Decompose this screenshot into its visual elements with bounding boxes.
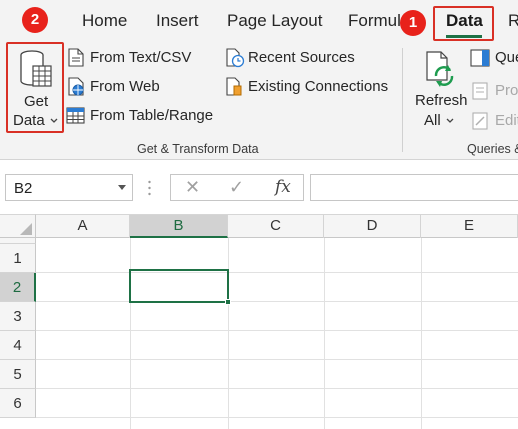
- from-web-button[interactable]: From Web: [66, 76, 216, 98]
- refresh-all-button[interactable]: Refresh All: [410, 45, 470, 133]
- edit-links-button: Edit: [470, 110, 518, 132]
- active-cell-b2[interactable]: [129, 269, 229, 303]
- refresh-all-label-line2: All: [424, 112, 441, 129]
- column-header-b[interactable]: B: [130, 215, 228, 238]
- properties-icon: [472, 82, 488, 100]
- tab-review[interactable]: R: [508, 11, 518, 31]
- properties-button: Pro: [470, 80, 518, 102]
- grid-line: [228, 238, 229, 429]
- grid-line: [36, 417, 518, 418]
- existing-connections-label: Existing Connections: [248, 78, 389, 95]
- queries-group-label: Queries &: [467, 142, 518, 156]
- fill-handle[interactable]: [225, 299, 231, 305]
- grid-line: [36, 330, 518, 331]
- recent-sources-button[interactable]: Recent Sources: [224, 47, 384, 69]
- column-header-c[interactable]: C: [228, 215, 324, 238]
- row-header-top-gap: [0, 238, 36, 244]
- refresh-icon: [426, 51, 454, 87]
- column-header-d[interactable]: D: [324, 215, 421, 238]
- step-badge-2: 2: [22, 7, 48, 33]
- queries-connections-label: Que: [495, 49, 518, 66]
- column-header-a[interactable]: A: [36, 215, 130, 238]
- cell-grid[interactable]: [36, 238, 518, 429]
- tab-page-layout[interactable]: Page Layout: [227, 11, 322, 31]
- select-all-icon: [20, 223, 32, 235]
- tab-formulas[interactable]: Formul: [348, 11, 401, 31]
- refresh-all-label-line1: Refresh: [415, 92, 468, 109]
- insert-function-icon[interactable]: fx: [275, 177, 291, 197]
- grid-line: [36, 301, 518, 302]
- tab-insert[interactable]: Insert: [156, 11, 199, 31]
- row-header-1[interactable]: 1: [0, 244, 36, 273]
- get-data-highlight: [6, 42, 64, 133]
- cancel-icon[interactable]: ✕: [185, 177, 200, 198]
- connection-file-icon: [226, 77, 242, 96]
- name-box-value: B2: [14, 180, 33, 197]
- from-table-range-label: From Table/Range: [90, 107, 214, 124]
- data-tab-highlight: [433, 6, 494, 41]
- row-header-4[interactable]: 4: [0, 331, 36, 360]
- table-range-icon: [66, 107, 85, 124]
- from-text-csv-button[interactable]: From Text/CSV: [66, 47, 216, 69]
- enter-icon[interactable]: ✓: [229, 177, 244, 198]
- chevron-down-icon[interactable]: [118, 185, 126, 190]
- from-web-label: From Web: [90, 78, 160, 95]
- name-box[interactable]: B2: [5, 174, 133, 201]
- from-text-csv-label: From Text/CSV: [90, 49, 192, 66]
- grid-line: [324, 238, 325, 429]
- queries-connections-button[interactable]: Que: [470, 47, 518, 69]
- queries-pane-icon: [470, 49, 490, 67]
- formula-buttons: ✕ ✓ fx: [170, 174, 304, 201]
- text-file-icon: [68, 48, 84, 67]
- properties-label: Pro: [495, 82, 518, 99]
- group-separator: [402, 48, 403, 152]
- grid-line: [36, 359, 518, 360]
- column-header-e[interactable]: E: [421, 215, 518, 238]
- grid-line: [130, 238, 131, 429]
- edit-links-label: Edit: [495, 112, 518, 129]
- tab-home[interactable]: Home: [82, 11, 127, 31]
- grid-line: [36, 388, 518, 389]
- grid-line: [421, 238, 422, 429]
- drag-handle-icon[interactable]: [148, 180, 151, 196]
- select-all-corner[interactable]: [0, 214, 36, 238]
- edit-links-icon: [472, 112, 488, 130]
- row-header-6[interactable]: 6: [0, 389, 36, 418]
- web-page-icon: [68, 77, 84, 96]
- row-header-3[interactable]: 3: [0, 302, 36, 331]
- row-header-2[interactable]: 2: [0, 273, 36, 302]
- step-badge-1: 1: [400, 10, 426, 36]
- recent-sources-label: Recent Sources: [248, 49, 355, 66]
- existing-connections-button[interactable]: Existing Connections: [224, 76, 394, 98]
- get-transform-group-label: Get & Transform Data: [137, 142, 259, 156]
- grid-line: [36, 272, 518, 273]
- chevron-down-icon: [446, 118, 454, 123]
- formula-input[interactable]: [310, 174, 518, 201]
- from-table-range-button[interactable]: From Table/Range: [66, 105, 221, 127]
- recent-clock-icon: [226, 48, 245, 68]
- row-header-5[interactable]: 5: [0, 360, 36, 389]
